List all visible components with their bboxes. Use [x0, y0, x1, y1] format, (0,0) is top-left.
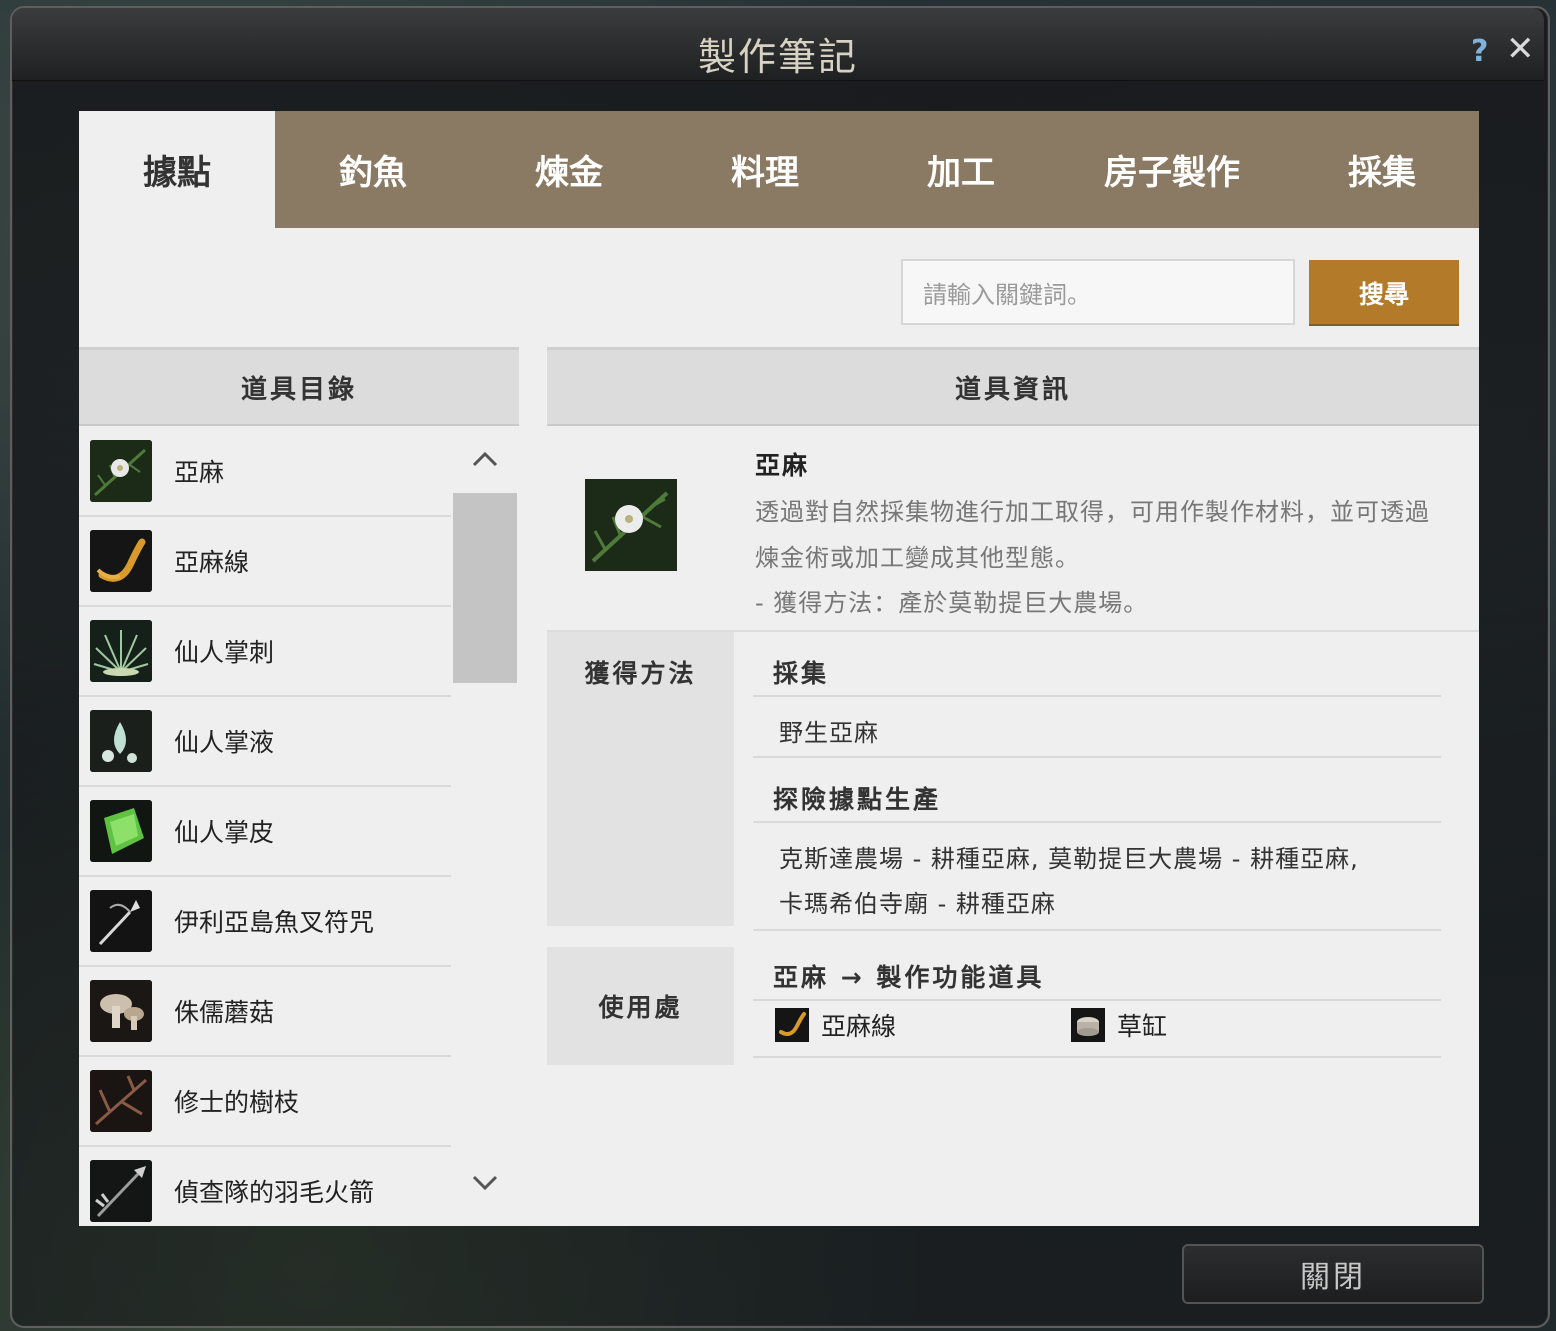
harpoon-charm-icon [90, 890, 152, 952]
list-item[interactable]: 亞麻 [79, 427, 451, 517]
gathering-source: 野生亞麻 [779, 719, 879, 747]
list-item[interactable]: 亞麻線 [79, 517, 451, 607]
usage-item[interactable]: 草缸 [1071, 1007, 1167, 1043]
item-list-scrollbar[interactable] [453, 427, 517, 1226]
tab-alchemy[interactable]: 煉金 [471, 111, 667, 228]
list-item-label: 仙人掌刺 [174, 638, 275, 667]
usage-title: 亞麻 → 製作功能道具 [773, 963, 1045, 992]
divider [753, 695, 1441, 697]
tab-fishing[interactable]: 釣魚 [275, 111, 471, 228]
section-title-node-production: 探險據點生產 [773, 785, 942, 814]
list-item-label: 修士的樹枝 [174, 1088, 300, 1117]
cactus-skin-icon [90, 800, 152, 862]
list-item[interactable]: 仙人掌皮 [79, 787, 451, 877]
search-input[interactable]: 請輸入關鍵詞。 [901, 259, 1295, 325]
window-title: 製作筆記 [697, 35, 858, 79]
category-tabs: 據點 釣魚 煉金 料理 加工 房子製作 採集 [79, 111, 1479, 228]
list-item[interactable]: 仙人掌液 [79, 697, 451, 787]
selected-item-icon [585, 479, 677, 571]
cactus-sap-icon [90, 710, 152, 772]
close-button[interactable]: 關閉 [1182, 1244, 1484, 1304]
search-button[interactable]: 搜尋 [1309, 260, 1459, 326]
flax-thread-icon [775, 1008, 809, 1042]
scroll-down-icon[interactable] [453, 1163, 517, 1203]
list-item-label: 伊利亞島魚叉符咒 [174, 908, 375, 937]
node-production-line: 克斯達農場 - 耕種亞麻, 莫勒提巨大農場 - 耕種亞麻, [779, 845, 1359, 873]
tab-cooking[interactable]: 料理 [667, 111, 863, 228]
item-info-header: 道具資訊 [547, 347, 1479, 426]
main-panel: 據點 釣魚 煉金 料理 加工 房子製作 採集 請輸入關鍵詞。 搜尋 道具目錄 道… [79, 111, 1479, 1226]
selected-item-name: 亞麻 [755, 451, 810, 480]
help-icon[interactable]: ? [1471, 34, 1488, 69]
divider [753, 1056, 1441, 1058]
item-list-header: 道具目錄 [79, 347, 519, 426]
item-list: 亞麻 亞麻線 仙人掌刺 仙人掌液 仙人掌皮 伊利亞島魚叉符咒 侏儒蘑菇 修士的樹… [79, 427, 451, 1226]
usage-item[interactable]: 亞麻線 [775, 1007, 896, 1043]
scroll-thumb[interactable] [453, 493, 517, 683]
selected-item-description: 透過對自然採集物進行加工取得，可用作製作材料，並可透過煉金術或加工變成其他型態。 [755, 498, 1430, 572]
divider [753, 999, 1441, 1001]
branch-icon [90, 1070, 152, 1132]
divider [753, 929, 1441, 931]
list-item[interactable]: 侏儒蘑菇 [79, 967, 451, 1057]
usage-item-label: 草缸 [1117, 1012, 1168, 1041]
list-item-label: 亞麻 [174, 458, 225, 487]
divider [753, 821, 1441, 823]
section-title-gathering: 採集 [773, 659, 830, 688]
cactus-thorn-icon [90, 620, 152, 682]
divider [753, 756, 1441, 758]
list-item-label: 仙人掌皮 [174, 818, 275, 847]
list-item-label: 偵查隊的羽毛火箭 [174, 1178, 375, 1207]
flax-thread-icon [90, 530, 152, 592]
usage-label: 使用處 [547, 947, 734, 1065]
flax-flower-icon [90, 440, 152, 502]
usage-item-label: 亞麻線 [821, 1012, 897, 1041]
tab-house-crafting[interactable]: 房子製作 [1059, 111, 1285, 228]
list-item-label: 亞麻線 [174, 548, 250, 577]
list-item[interactable]: 偵查隊的羽毛火箭 [79, 1147, 451, 1226]
list-item-label: 仙人掌液 [174, 728, 275, 757]
feather-rocket-icon [90, 1160, 152, 1222]
tab-base[interactable]: 據點 [79, 111, 275, 228]
obtain-method-label: 獲得方法 [547, 632, 734, 926]
selected-item-obtain-note: - 獲得方法：產於莫勒提巨大農場。 [755, 589, 1149, 617]
node-production-line: 卡瑪希伯寺廟 - 耕種亞麻 [779, 890, 1056, 918]
mushroom-icon [90, 980, 152, 1042]
close-icon[interactable]: ✕ [1506, 32, 1535, 66]
grass-pot-icon [1071, 1008, 1105, 1042]
list-item[interactable]: 修士的樹枝 [79, 1057, 451, 1147]
list-item-label: 侏儒蘑菇 [174, 998, 275, 1027]
list-item[interactable]: 伊利亞島魚叉符咒 [79, 877, 451, 967]
list-item[interactable]: 仙人掌刺 [79, 607, 451, 697]
tab-processing[interactable]: 加工 [863, 111, 1059, 228]
title-bar[interactable]: 製作筆記 ? ✕ [12, 8, 1544, 81]
tab-gathering[interactable]: 採集 [1285, 111, 1479, 228]
scroll-up-icon[interactable] [453, 439, 517, 479]
